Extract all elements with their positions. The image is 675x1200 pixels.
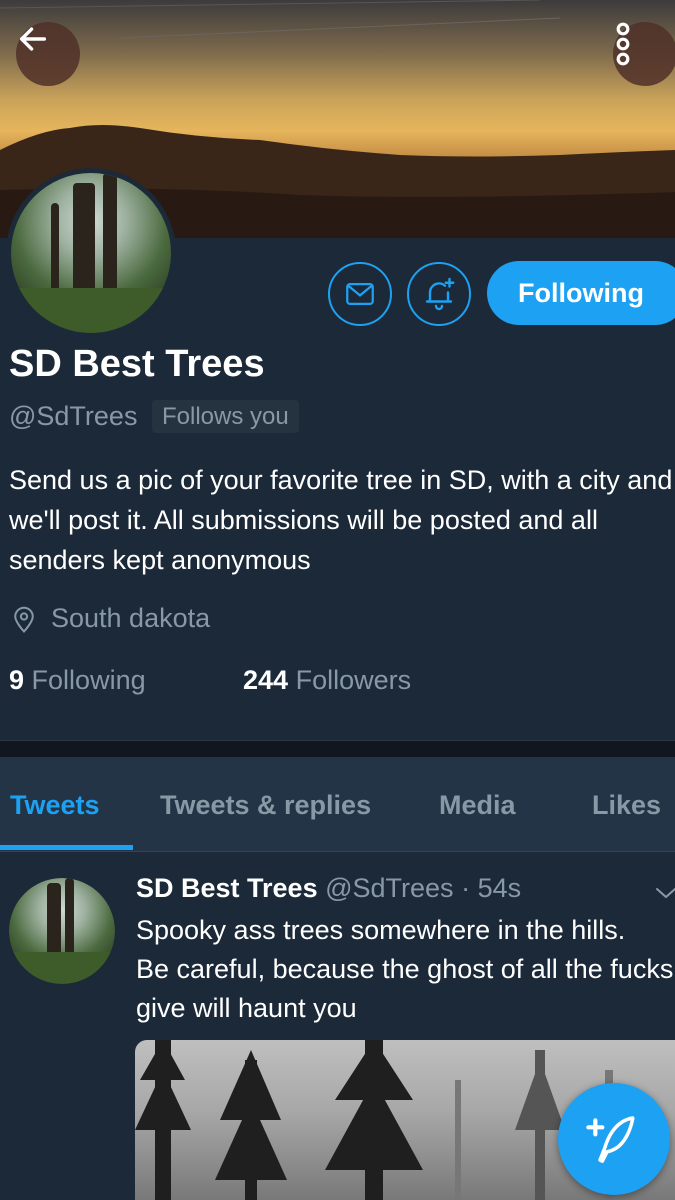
followers-stat[interactable]: 244 Followers: [243, 665, 411, 696]
tab-media[interactable]: Media: [439, 790, 516, 821]
tweet-text: Spooky ass trees somewhere in the hills.…: [136, 915, 674, 1023]
followers-count: 244: [243, 665, 289, 695]
profile-tabs: Tweets Tweets & replies Media Likes: [0, 757, 675, 852]
avatar-image: [9, 878, 115, 984]
tweet-author-avatar[interactable]: [9, 878, 115, 984]
followers-label: Followers: [295, 665, 412, 695]
avatar-image: [11, 173, 171, 333]
more-options-button[interactable]: [613, 22, 675, 86]
active-tab-indicator: [0, 845, 133, 850]
section-divider: [0, 740, 675, 757]
tab-tweets-replies[interactable]: Tweets & replies: [160, 790, 371, 821]
tab-likes[interactable]: Likes: [592, 790, 661, 821]
vertical-dots-icon: [616, 22, 630, 66]
following-button[interactable]: Following: [487, 261, 675, 325]
tweet-separator: ·: [461, 873, 471, 903]
back-button[interactable]: [16, 22, 80, 86]
chevron-down-icon: [656, 888, 675, 899]
profile-avatar[interactable]: [6, 168, 176, 338]
tweet-header: SD Best Trees @SdTrees · 54s: [136, 873, 521, 904]
profile-handle: @SdTrees: [9, 401, 138, 431]
location-pin-icon: [14, 606, 34, 633]
arrow-left-icon: [19, 27, 47, 51]
tab-tweets[interactable]: Tweets: [10, 790, 100, 821]
profile-name: SD Best Trees: [9, 343, 265, 385]
mail-icon: [346, 282, 374, 306]
tweet-time: 54s: [477, 873, 522, 903]
following-count: 9: [9, 665, 25, 695]
compose-tweet-button[interactable]: [558, 1083, 670, 1195]
profile-location: South dakota: [9, 603, 210, 634]
bell-plus-icon: [425, 277, 455, 311]
tweet-menu-button[interactable]: [655, 886, 675, 905]
follows-you-badge: Follows you: [152, 400, 299, 433]
following-stat[interactable]: 9 Following: [9, 665, 146, 696]
compose-feather-icon: [586, 1116, 635, 1163]
profile-bio: Send us a pic of your favorite tree in S…: [9, 465, 673, 575]
location-text: South dakota: [51, 603, 211, 633]
message-button[interactable]: [328, 262, 392, 326]
tweet-author-name[interactable]: SD Best Trees: [136, 873, 318, 903]
notifications-button[interactable]: [407, 262, 471, 326]
following-label: Following: [31, 665, 146, 695]
tweet-author-handle: @SdTrees: [325, 873, 454, 903]
